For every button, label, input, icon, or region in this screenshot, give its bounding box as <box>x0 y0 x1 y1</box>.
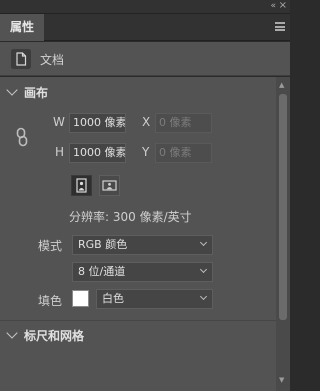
width-label: W <box>53 115 65 129</box>
rulers-section-header[interactable]: 标尺和网格 <box>0 325 276 347</box>
link-dimensions-icon[interactable] <box>15 127 29 147</box>
chevron-down-icon <box>6 84 18 96</box>
x-field[interactable]: 0 像素 <box>155 113 212 133</box>
fill-select[interactable]: 白色 <box>96 289 213 309</box>
bit-depth-value: 8 位/通道 <box>78 265 126 278</box>
resolution-text: 分辨率: 300 像素/英寸 <box>69 210 192 224</box>
section-divider <box>0 320 276 321</box>
fill-label: 填色 <box>38 294 63 308</box>
x-label: X <box>142 115 151 129</box>
height-field[interactable]: 1000 像素 <box>69 143 126 163</box>
bit-depth-select[interactable]: 8 位/通道 <box>72 262 213 282</box>
rulers-section-title: 标尺和网格 <box>24 329 85 343</box>
height-label: H <box>55 145 65 159</box>
landscape-icon <box>102 180 117 191</box>
chevron-down-icon <box>199 238 208 247</box>
mode-label: 模式 <box>38 239 63 253</box>
collapse-panel-icon[interactable]: « <box>270 1 275 11</box>
scroll-up-icon[interactable]: ▲ <box>279 81 284 89</box>
fill-value: 白色 <box>102 292 124 305</box>
scroll-down-icon[interactable]: ▼ <box>279 376 284 384</box>
color-mode-value: RGB 颜色 <box>78 238 128 251</box>
document-header: 文档 <box>0 42 290 76</box>
width-field[interactable]: 1000 像素 <box>69 113 126 133</box>
tab-properties[interactable]: 属性 <box>0 14 44 41</box>
canvas-section-header[interactable]: 画布 <box>0 82 276 104</box>
panel-tab-bar: 属性 <box>0 14 290 41</box>
scrollbar-thumb[interactable] <box>279 94 287 320</box>
portrait-icon <box>76 178 87 193</box>
fill-color-swatch[interactable] <box>72 290 89 307</box>
portrait-orientation-button[interactable] <box>71 175 92 196</box>
panel-menu-icon[interactable] <box>275 22 285 31</box>
y-field[interactable]: 0 像素 <box>155 143 212 163</box>
panel-title-strip: « × <box>0 0 290 14</box>
color-mode-select[interactable]: RGB 颜色 <box>72 235 213 255</box>
canvas-section-title: 画布 <box>24 86 49 100</box>
chevron-down-icon <box>199 292 208 301</box>
chevron-down-icon <box>6 327 18 339</box>
document-icon <box>11 49 31 69</box>
landscape-orientation-button[interactable] <box>99 175 120 196</box>
y-label: Y <box>142 145 150 159</box>
document-label: 文档 <box>40 53 65 67</box>
chevron-down-icon <box>199 265 208 274</box>
close-panel-icon[interactable]: × <box>279 0 287 11</box>
